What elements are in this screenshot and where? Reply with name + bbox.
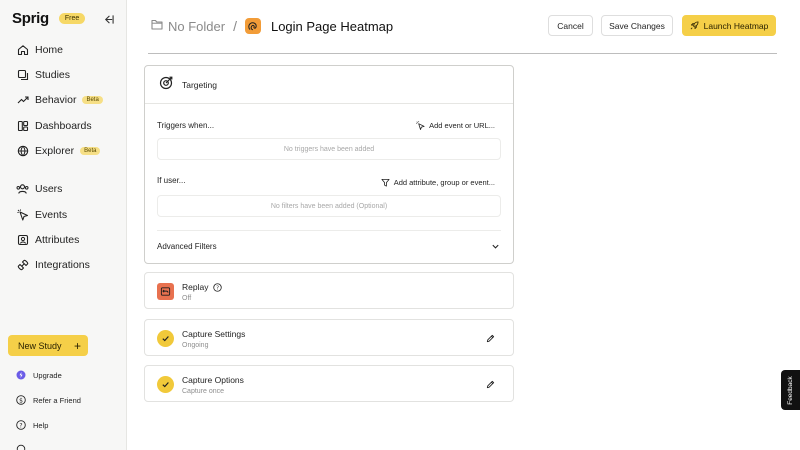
launch-heatmap-button[interactable]: Launch Heatmap bbox=[682, 15, 776, 36]
replay-status: Off bbox=[182, 295, 192, 302]
capture-options-status: Capture once bbox=[182, 388, 225, 395]
help-icon: ? bbox=[16, 420, 26, 430]
new-study-button[interactable]: New Study + bbox=[8, 335, 88, 356]
sidebar-item-integrations[interactable]: Integrations bbox=[16, 256, 90, 274]
filters-empty-state: No filters have been added (Optional) bbox=[157, 195, 501, 217]
advanced-filters-toggle[interactable]: Advanced Filters bbox=[157, 242, 217, 251]
feedback-label: Feedback bbox=[787, 375, 795, 405]
header-divider bbox=[148, 53, 777, 54]
sidebar-item-label: Attributes bbox=[35, 234, 80, 246]
check-icon bbox=[157, 376, 174, 393]
new-study-label: New Study bbox=[18, 340, 62, 351]
replay-title: Replay bbox=[182, 282, 209, 292]
users-icon bbox=[16, 183, 29, 196]
svg-text:?: ? bbox=[19, 422, 22, 429]
capture-options-title: Capture Options bbox=[182, 375, 244, 385]
dashboards-icon bbox=[16, 120, 29, 133]
replay-panel[interactable]: Replay ? Off bbox=[144, 272, 514, 309]
capture-settings-title: Capture Settings bbox=[182, 329, 246, 339]
feedback-tab[interactable]: Feedback bbox=[781, 370, 800, 410]
add-event-label: Add event or URL... bbox=[429, 121, 495, 130]
triggers-empty-state: No triggers have been added bbox=[157, 138, 501, 160]
breadcrumb-separator: / bbox=[233, 18, 237, 34]
sidebar-item-label: Users bbox=[35, 183, 63, 195]
svg-text:?: ? bbox=[217, 285, 220, 291]
events-icon bbox=[16, 209, 29, 222]
sidebar-item-explorer[interactable]: Explorer Beta bbox=[16, 142, 101, 160]
sidebar-item-attributes[interactable]: Attributes bbox=[16, 231, 79, 249]
integrations-icon bbox=[16, 259, 29, 272]
settings-icon bbox=[16, 444, 26, 450]
sidebar-item-users[interactable]: Users bbox=[16, 180, 62, 198]
targeting-header[interactable]: Targeting bbox=[145, 66, 513, 104]
attributes-icon bbox=[16, 234, 29, 247]
upgrade-label: Upgrade bbox=[33, 370, 62, 380]
sidebar-item-label: Studies bbox=[35, 69, 71, 81]
refer-a-friend-label: Refer a Friend bbox=[33, 395, 81, 405]
replay-icon bbox=[157, 283, 174, 300]
sidebar-item-home[interactable]: Home bbox=[16, 41, 63, 59]
capture-settings-panel[interactable]: Capture Settings Ongoing bbox=[144, 319, 514, 356]
svg-text:$: $ bbox=[19, 397, 23, 404]
save-changes-button[interactable]: Save Changes bbox=[601, 15, 673, 36]
add-event-or-url-button[interactable]: Add event or URL... bbox=[416, 121, 495, 130]
settings-link[interactable] bbox=[16, 442, 33, 450]
folder-icon bbox=[151, 19, 163, 33]
sidebar-item-label: Dashboards bbox=[35, 120, 92, 132]
page-header: No Folder / Login Page Heatmap Cancel Sa… bbox=[127, 0, 800, 55]
sidebar-item-studies[interactable]: Studies bbox=[16, 66, 70, 84]
filter-icon bbox=[381, 178, 390, 187]
filters-label: If user... bbox=[157, 176, 186, 185]
cancel-button[interactable]: Cancel bbox=[548, 15, 593, 36]
upgrade-link[interactable]: Upgrade bbox=[16, 368, 62, 382]
replay-title-row: Replay ? bbox=[182, 282, 223, 292]
capture-options-panel[interactable]: Capture Options Capture once bbox=[144, 365, 514, 402]
launch-heatmap-label: Launch Heatmap bbox=[703, 20, 769, 31]
help-link[interactable]: ? Help bbox=[16, 418, 48, 432]
sidebar: Sprig Free Home Studies Behavior Beta Da… bbox=[0, 0, 127, 450]
sidebar-item-dashboards[interactable]: Dashboards bbox=[16, 117, 92, 135]
sidebar-item-label: Events bbox=[35, 209, 68, 221]
beta-badge: Beta bbox=[80, 147, 101, 155]
refer-a-friend-link[interactable]: $ Refer a Friend bbox=[16, 393, 81, 407]
sprig-logo[interactable]: Sprig bbox=[12, 10, 49, 27]
beta-badge: Beta bbox=[82, 96, 103, 104]
explorer-icon bbox=[16, 145, 29, 158]
plus-icon: + bbox=[73, 338, 81, 353]
section-divider bbox=[157, 230, 501, 231]
targeting-panel: Targeting Triggers when... Add event or … bbox=[144, 65, 514, 264]
trend-icon bbox=[16, 94, 29, 107]
sidebar-item-events[interactable]: Events bbox=[16, 206, 67, 224]
add-attribute-label: Add attribute, group or event... bbox=[393, 178, 495, 187]
upgrade-icon bbox=[16, 370, 26, 380]
targeting-title: Targeting bbox=[182, 79, 217, 90]
folder-link[interactable]: No Folder bbox=[168, 19, 225, 34]
sidebar-item-label: Integrations bbox=[35, 259, 90, 271]
check-icon bbox=[157, 330, 174, 347]
event-icon bbox=[416, 121, 425, 130]
brand: Sprig Free bbox=[12, 10, 86, 27]
help-circle-icon[interactable]: ? bbox=[213, 282, 223, 292]
triggers-label: Triggers when... bbox=[157, 121, 215, 130]
home-icon bbox=[16, 44, 29, 57]
heatmap-icon bbox=[244, 18, 261, 34]
sidebar-item-label: Explorer bbox=[35, 145, 75, 157]
rocket-icon bbox=[690, 21, 699, 30]
sidebar-item-label: Behavior bbox=[35, 94, 77, 106]
capture-settings-status: Ongoing bbox=[182, 342, 209, 349]
studies-icon bbox=[16, 69, 29, 82]
target-icon bbox=[159, 76, 173, 93]
breadcrumb: No Folder / Login Page Heatmap bbox=[151, 18, 393, 34]
sidebar-item-label: Home bbox=[35, 44, 64, 56]
help-label: Help bbox=[33, 420, 49, 430]
pencil-icon[interactable] bbox=[486, 334, 495, 343]
page-title: Login Page Heatmap bbox=[270, 18, 394, 34]
collapse-sidebar-icon[interactable] bbox=[101, 12, 115, 26]
add-attribute-button[interactable]: Add attribute, group or event... bbox=[381, 178, 495, 187]
chevron-down-icon[interactable] bbox=[491, 242, 500, 251]
dollar-icon: $ bbox=[16, 395, 26, 405]
plan-badge: Free bbox=[58, 13, 86, 24]
sidebar-item-behavior[interactable]: Behavior Beta bbox=[16, 91, 103, 109]
pencil-icon[interactable] bbox=[486, 380, 495, 389]
